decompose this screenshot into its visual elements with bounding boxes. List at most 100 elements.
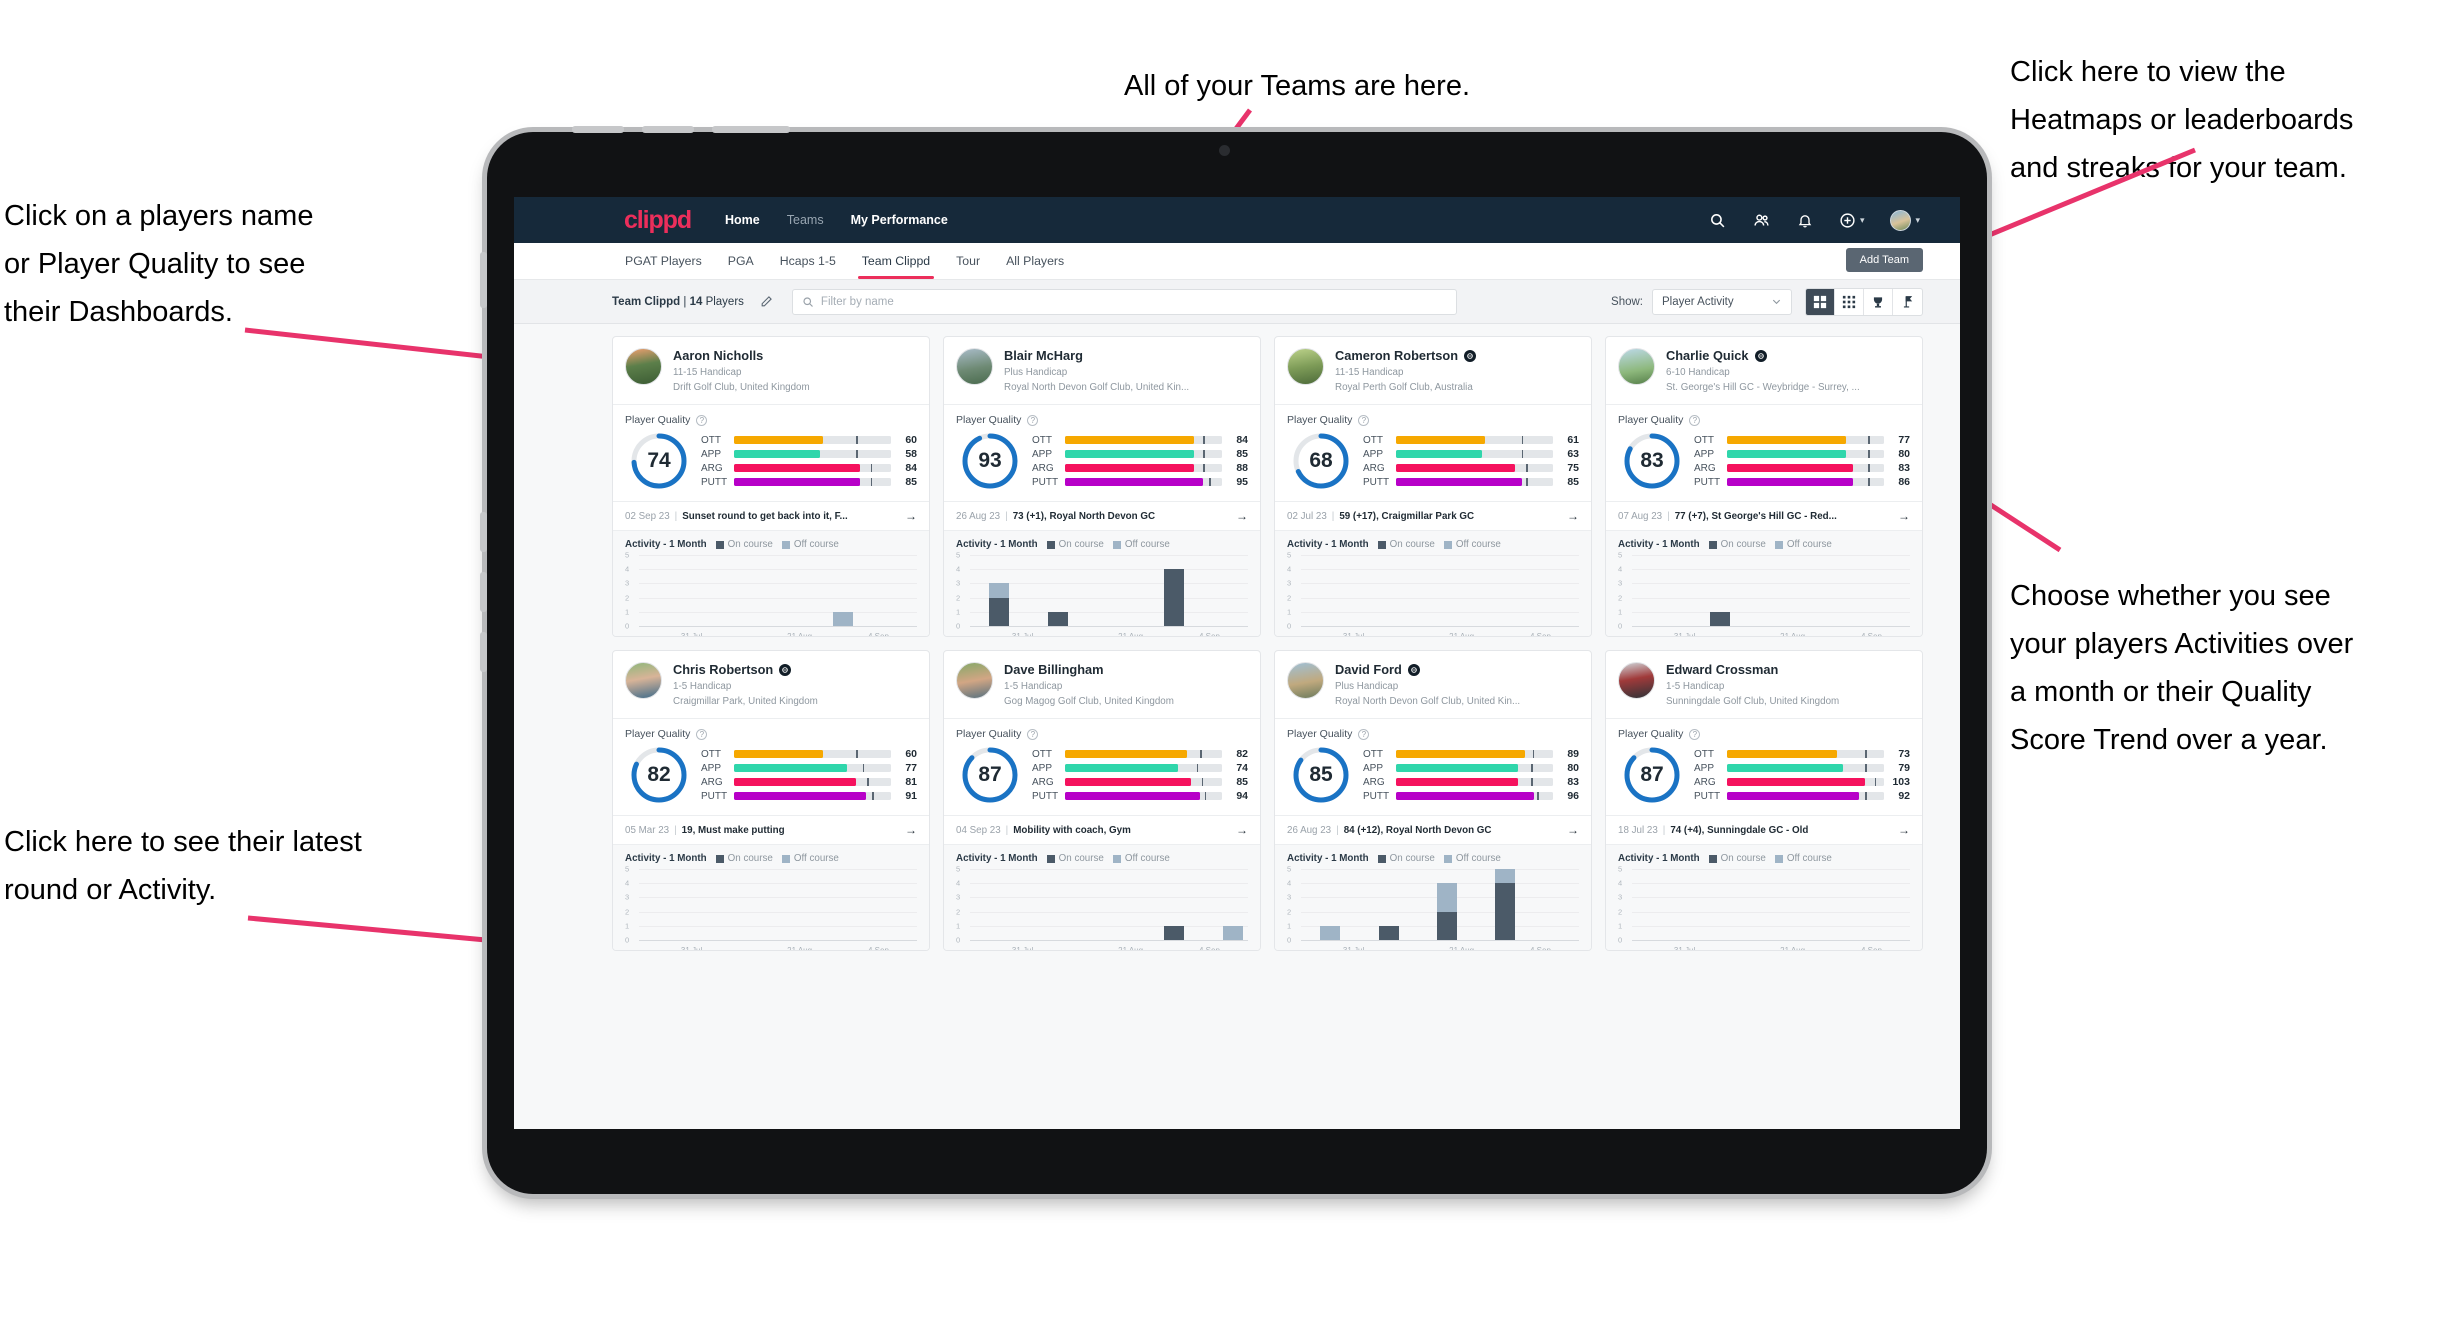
help-icon[interactable]: ?: [1358, 728, 1370, 740]
metric-label: PUTT: [701, 790, 728, 802]
arrow-right-icon[interactable]: →: [1230, 509, 1248, 523]
metric-value: 80: [1898, 448, 1910, 460]
player-name[interactable]: David Ford: [1335, 662, 1520, 677]
nav-link-home[interactable]: Home: [725, 213, 760, 227]
latest-round-row[interactable]: 18 Jul 23 | 74 (+4), Sunningdale GC - Old →: [1606, 816, 1922, 844]
help-icon[interactable]: ?: [1358, 414, 1370, 426]
avatar[interactable]: [625, 662, 662, 699]
arrow-right-icon[interactable]: →: [1892, 823, 1910, 837]
x-axis-tick: 31 Jul: [1342, 946, 1365, 951]
player-name-text: Blair McHarg: [1004, 348, 1083, 363]
player-quality-block[interactable]: Player Quality? 87 OTT 73 APP 79 ARG 103 PUTT 92: [1606, 719, 1922, 815]
avatar[interactable]: [1618, 662, 1655, 699]
tab-hcaps-1-5[interactable]: Hcaps 1-5: [767, 243, 849, 279]
search-icon[interactable]: [1709, 212, 1726, 229]
metric-track: [1396, 464, 1553, 472]
clippd-logo[interactable]: clippd: [624, 206, 692, 235]
player-quality-block[interactable]: Player Quality? 87 OTT 82 APP 74 ARG 85 PUTT 94: [944, 719, 1260, 815]
help-icon[interactable]: ?: [1689, 728, 1701, 740]
metric-marker: [1874, 778, 1877, 786]
heatmap-grid-icon[interactable]: [1835, 288, 1864, 315]
add-team-button[interactable]: Add Team: [1845, 248, 1923, 272]
player-quality-block[interactable]: Player Quality? 82 OTT 60 APP 77 ARG 81 PUTT 91: [613, 719, 929, 815]
player-card[interactable]: Aaron Nicholls 11-15 Handicap Drift Golf C…: [612, 336, 930, 637]
player-name[interactable]: Cameron Robertson: [1335, 348, 1477, 363]
chevron-down-icon[interactable]: ▾: [1860, 215, 1865, 226]
avatar[interactable]: [956, 662, 993, 699]
player-card[interactable]: Edward Crossman 1-5 Handicap Sunningdale G…: [1605, 650, 1923, 951]
arrow-right-icon[interactable]: →: [899, 509, 917, 523]
player-name[interactable]: Edward Crossman: [1666, 662, 1839, 677]
player-quality-block[interactable]: Player Quality? 68 OTT 61 APP 63 ARG 75 PUTT 85: [1275, 405, 1591, 501]
people-icon[interactable]: [1752, 212, 1771, 229]
y-axis-tick: 5: [625, 864, 630, 874]
activity-bar: [1164, 925, 1185, 940]
arrow-right-icon[interactable]: →: [1561, 509, 1579, 523]
latest-round-row[interactable]: 05 Mar 23 | 19, Must make putting →: [613, 816, 929, 844]
latest-round-row[interactable]: 26 Aug 23 | 84 (+12), Royal North Devon GC…: [1275, 816, 1591, 844]
tab-team-clippd[interactable]: Team Clippd: [849, 243, 943, 279]
app-screen: clippd Home Teams My Performance ▾ ▾ PGA…: [514, 197, 1960, 1129]
chevron-down-icon[interactable]: ▾: [1915, 215, 1920, 226]
plus-circle-icon[interactable]: ▾: [1839, 212, 1865, 229]
help-icon[interactable]: ?: [1027, 414, 1039, 426]
avatar[interactable]: [1287, 348, 1324, 385]
tab-all-players[interactable]: All Players: [993, 243, 1077, 279]
metric-marker: [856, 750, 859, 758]
search-input[interactable]: Filter by name: [791, 288, 1457, 315]
avatar[interactable]: ▾: [1890, 209, 1920, 231]
y-axis-tick: 1: [1287, 921, 1292, 931]
latest-round-row[interactable]: 02 Sep 23 | Sunset round to get back into …: [613, 502, 929, 530]
player-card[interactable]: Charlie Quick 6-10 Handicap St. George's H…: [1605, 336, 1923, 637]
latest-round-row[interactable]: 04 Sep 23 | Mobility with coach, Gym →: [944, 816, 1260, 844]
player-card[interactable]: Chris Robertson 1-5 Handicap Craigmillar P…: [612, 650, 930, 951]
nav-link-my-performance[interactable]: My Performance: [851, 213, 948, 227]
player-card[interactable]: David Ford Plus Handicap Royal North Devon…: [1274, 650, 1592, 951]
tab-pgat-players[interactable]: PGAT Players: [612, 243, 715, 279]
streaks-flag-icon[interactable]: [1893, 289, 1922, 315]
round-date: 02 Jul 23: [1287, 510, 1327, 522]
latest-round-row[interactable]: 02 Jul 23 | 59 (+17), Craigmillar Park GC →: [1275, 502, 1591, 530]
leaderboard-trophy-icon[interactable]: [1864, 288, 1893, 315]
avatar[interactable]: [1618, 348, 1655, 385]
arrow-right-icon[interactable]: →: [1230, 823, 1248, 837]
grid-view-icon[interactable]: [1806, 288, 1835, 315]
player-name[interactable]: Dave Billingham: [1004, 662, 1174, 677]
player-name[interactable]: Blair McHarg: [1004, 348, 1189, 363]
player-quality-block[interactable]: Player Quality? 83 OTT 77 APP 80 ARG 83 PUTT 86: [1606, 405, 1922, 501]
player-card[interactable]: Dave Billingham 1-5 Handicap Gog Magog Gol…: [943, 650, 1261, 951]
player-name-text: Edward Crossman: [1666, 662, 1779, 677]
player-quality-block[interactable]: Player Quality? 85 OTT 89 APP 80 ARG 83 PUTT 96: [1275, 719, 1591, 815]
player-card[interactable]: Cameron Robertson 11-15 Handicap Royal Per…: [1274, 336, 1592, 637]
tab-pga[interactable]: PGA: [715, 243, 767, 279]
avatar[interactable]: [956, 348, 993, 385]
arrow-right-icon[interactable]: →: [899, 823, 917, 837]
player-name[interactable]: Charlie Quick: [1666, 348, 1860, 363]
help-icon[interactable]: ?: [1689, 414, 1701, 426]
player-handicap: 1-5 Handicap: [1666, 680, 1725, 692]
player-card[interactable]: Blair McHarg Plus Handicap Royal North Dev…: [943, 336, 1261, 637]
activity-bar: [1495, 869, 1516, 940]
player-quality-block[interactable]: Player Quality? 93 OTT 84 APP 85 ARG 88 PUTT 95: [944, 405, 1260, 501]
help-icon[interactable]: ?: [696, 728, 708, 740]
help-icon[interactable]: ?: [696, 414, 708, 426]
activity-title: Activity - 1 Month: [1287, 539, 1369, 550]
latest-round-row[interactable]: 26 Aug 23 | 73 (+1), Royal North Devon GC →: [944, 502, 1260, 530]
bell-icon[interactable]: [1797, 212, 1813, 229]
latest-round-row[interactable]: 07 Aug 23 | 77 (+7), St George's Hill GC -…: [1606, 502, 1922, 530]
x-axis: [1301, 940, 1579, 941]
nav-link-teams[interactable]: Teams: [787, 213, 824, 227]
player-name[interactable]: Chris Robertson: [673, 662, 818, 677]
help-icon[interactable]: ?: [1027, 728, 1039, 740]
arrow-right-icon[interactable]: →: [1892, 509, 1910, 523]
avatar[interactable]: [625, 348, 662, 385]
avatar[interactable]: [1287, 662, 1324, 699]
y-axis-tick: 4: [1618, 878, 1623, 888]
tab-tour[interactable]: Tour: [943, 243, 993, 279]
metric-label: APP: [1032, 448, 1053, 460]
player-quality-block[interactable]: Player Quality? 74 OTT 60 APP 58 ARG 84 PUTT 85: [613, 405, 929, 501]
show-select[interactable]: Player Activity: [1652, 288, 1792, 315]
edit-pencil-icon[interactable]: [756, 291, 778, 313]
player-name[interactable]: Aaron Nicholls: [673, 348, 810, 363]
arrow-right-icon[interactable]: →: [1561, 823, 1579, 837]
